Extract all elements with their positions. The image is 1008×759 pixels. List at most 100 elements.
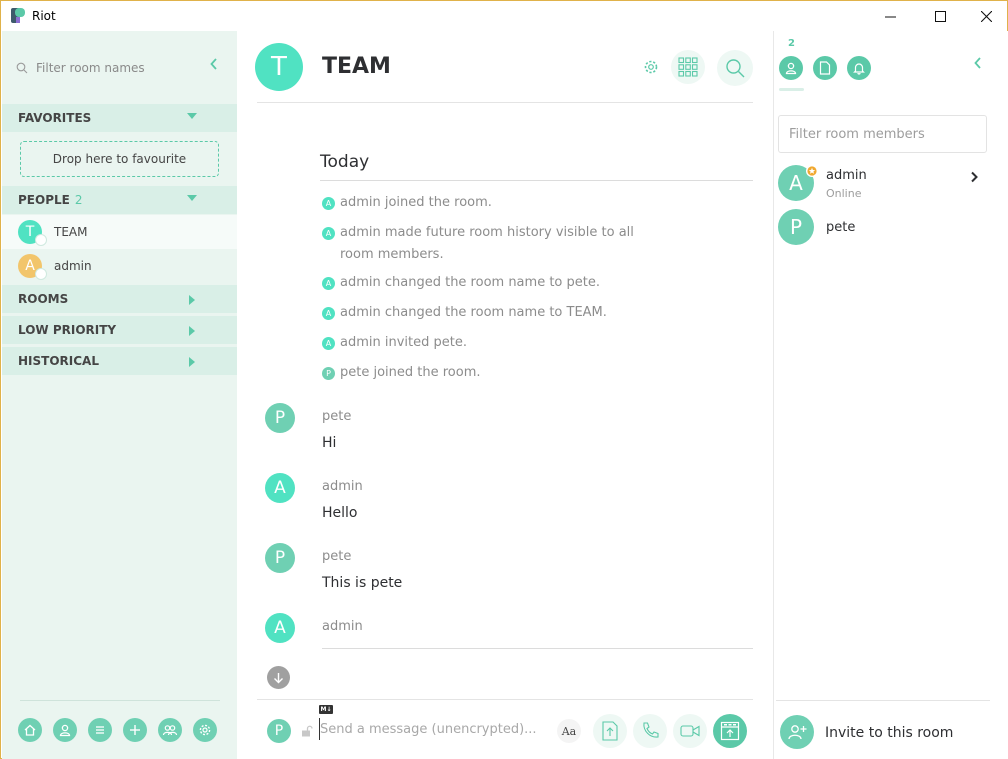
chevron-right-icon[interactable] xyxy=(970,171,978,187)
voice-call-button[interactable] xyxy=(633,714,667,748)
title-bar: Riot xyxy=(1,1,1007,31)
timeline-event: P pete joined the room. xyxy=(322,362,481,384)
room-directory-button[interactable] xyxy=(88,718,112,742)
message-sender[interactable]: admin xyxy=(322,479,363,494)
divider xyxy=(257,102,753,103)
favourite-dropzone[interactable]: Drop here to favourite xyxy=(20,141,219,177)
composer-avatar: P xyxy=(267,719,291,743)
event-text: pete joined the room. xyxy=(340,365,481,380)
room-item-admin[interactable]: A admin xyxy=(2,249,237,283)
widgets-button[interactable] xyxy=(713,714,747,748)
filter-room-names[interactable]: Filter room names xyxy=(16,57,226,79)
room-settings-button[interactable] xyxy=(641,57,661,77)
collapse-left-panel-button[interactable] xyxy=(210,58,218,74)
section-historical-label: HISTORICAL xyxy=(18,354,99,368)
chevron-right-icon xyxy=(189,357,195,367)
section-people[interactable]: PEOPLE 2 xyxy=(2,186,237,214)
divider xyxy=(257,699,753,700)
section-historical[interactable]: HISTORICAL xyxy=(2,347,237,375)
formatting-button[interactable]: Aa xyxy=(557,719,581,743)
close-button[interactable] xyxy=(963,1,1008,31)
app-window: Riot Filter room names FAVORITES Drop he… xyxy=(0,0,1008,759)
gear-icon xyxy=(644,60,658,74)
settings-button[interactable] xyxy=(193,718,217,742)
star-icon xyxy=(807,166,817,176)
create-room-button[interactable] xyxy=(123,718,147,742)
section-low-priority[interactable]: LOW PRIORITY xyxy=(2,316,237,344)
direct-message-icon xyxy=(35,234,47,246)
event-avatar: A xyxy=(322,277,335,290)
section-favorites[interactable]: FAVORITES xyxy=(2,104,237,132)
member-count-badge: 2 xyxy=(788,38,795,49)
filter-room-members[interactable]: Filter room members xyxy=(778,115,987,153)
avatar: P xyxy=(778,209,814,245)
minimize-icon xyxy=(884,16,896,17)
timeline-event: A admin invited pete. xyxy=(322,332,467,354)
apps-button[interactable] xyxy=(671,50,705,84)
room-view: T TEAM Today A admin joined the room. A … xyxy=(237,31,774,759)
power-level-badge xyxy=(806,165,818,177)
message-sender[interactable]: admin xyxy=(322,619,363,634)
room-name[interactable]: TEAM xyxy=(322,54,391,79)
event-avatar: A xyxy=(322,197,335,210)
markdown-toggle[interactable]: M↓ xyxy=(319,705,333,714)
home-icon xyxy=(24,724,36,736)
search-room-button[interactable] xyxy=(717,50,753,86)
room-item-team[interactable]: T TEAM xyxy=(2,215,237,249)
home-button[interactable] xyxy=(18,718,42,742)
member-item-pete[interactable]: P pete xyxy=(778,209,992,249)
room-item-name: admin xyxy=(54,259,92,273)
read-marker xyxy=(322,648,753,649)
message-sender[interactable]: pete xyxy=(322,549,351,564)
upload-button[interactable] xyxy=(593,714,627,748)
message-avatar[interactable]: P xyxy=(265,403,295,433)
event-avatar: A xyxy=(322,337,335,350)
message-body: Hi xyxy=(322,435,337,451)
minimize-button[interactable] xyxy=(867,1,913,31)
video-call-button[interactable] xyxy=(673,714,707,748)
file-icon xyxy=(819,61,831,75)
timeline-event: A admin joined the room. xyxy=(322,192,492,214)
collapse-right-panel-button[interactable] xyxy=(974,57,982,73)
notifications-tab[interactable] xyxy=(847,56,871,80)
section-people-label: PEOPLE xyxy=(18,193,70,207)
section-people-count: 2 xyxy=(74,193,83,207)
chevron-right-icon xyxy=(189,326,195,336)
room-list-panel: Filter room names FAVORITES Drop here to… xyxy=(2,31,237,759)
filter-room-members-placeholder: Filter room members xyxy=(789,126,925,142)
message-input[interactable]: Send a message (unencrypted)... xyxy=(319,718,539,740)
start-chat-button[interactable] xyxy=(53,718,77,742)
chevron-right-icon xyxy=(189,295,195,305)
event-text: admin changed the room name to TEAM. xyxy=(340,305,607,320)
message-avatar[interactable]: A xyxy=(265,613,295,643)
event-text: admin changed the room name to pete. xyxy=(340,275,600,290)
message-avatar[interactable]: P xyxy=(265,543,295,573)
message-avatar[interactable]: A xyxy=(265,473,295,503)
avatar: A xyxy=(18,254,47,280)
section-low-priority-label: LOW PRIORITY xyxy=(18,323,117,337)
invite-button[interactable] xyxy=(780,715,814,749)
create-room-icon xyxy=(130,725,140,735)
message-sender[interactable]: pete xyxy=(322,409,351,424)
jump-to-bottom-button[interactable] xyxy=(267,666,290,689)
message-body: Hello xyxy=(322,505,358,521)
arrow-down-icon xyxy=(274,672,283,683)
event-avatar: A xyxy=(322,227,335,240)
members-tab[interactable] xyxy=(779,56,803,80)
member-item-admin[interactable]: A admin Online xyxy=(778,165,992,205)
groups-button[interactable] xyxy=(158,718,182,742)
active-tab-indicator xyxy=(779,88,804,91)
section-rooms[interactable]: ROOMS xyxy=(2,285,237,313)
event-text: admin invited pete. xyxy=(340,335,467,350)
chevron-left-icon xyxy=(974,57,981,69)
member-list-panel: 2 Filter room members A admin Online P p… xyxy=(774,31,1008,759)
invite-label[interactable]: Invite to this room xyxy=(825,725,953,741)
timeline-event: A admin changed the room name to pete. xyxy=(322,272,600,294)
maximize-button[interactable] xyxy=(917,1,963,31)
room-avatar[interactable]: T xyxy=(255,43,303,91)
widget-icon xyxy=(720,721,740,741)
settings-icon xyxy=(199,724,211,736)
section-rooms-label: ROOMS xyxy=(18,292,69,306)
files-tab[interactable] xyxy=(813,56,837,80)
filter-room-names-placeholder: Filter room names xyxy=(36,61,145,75)
